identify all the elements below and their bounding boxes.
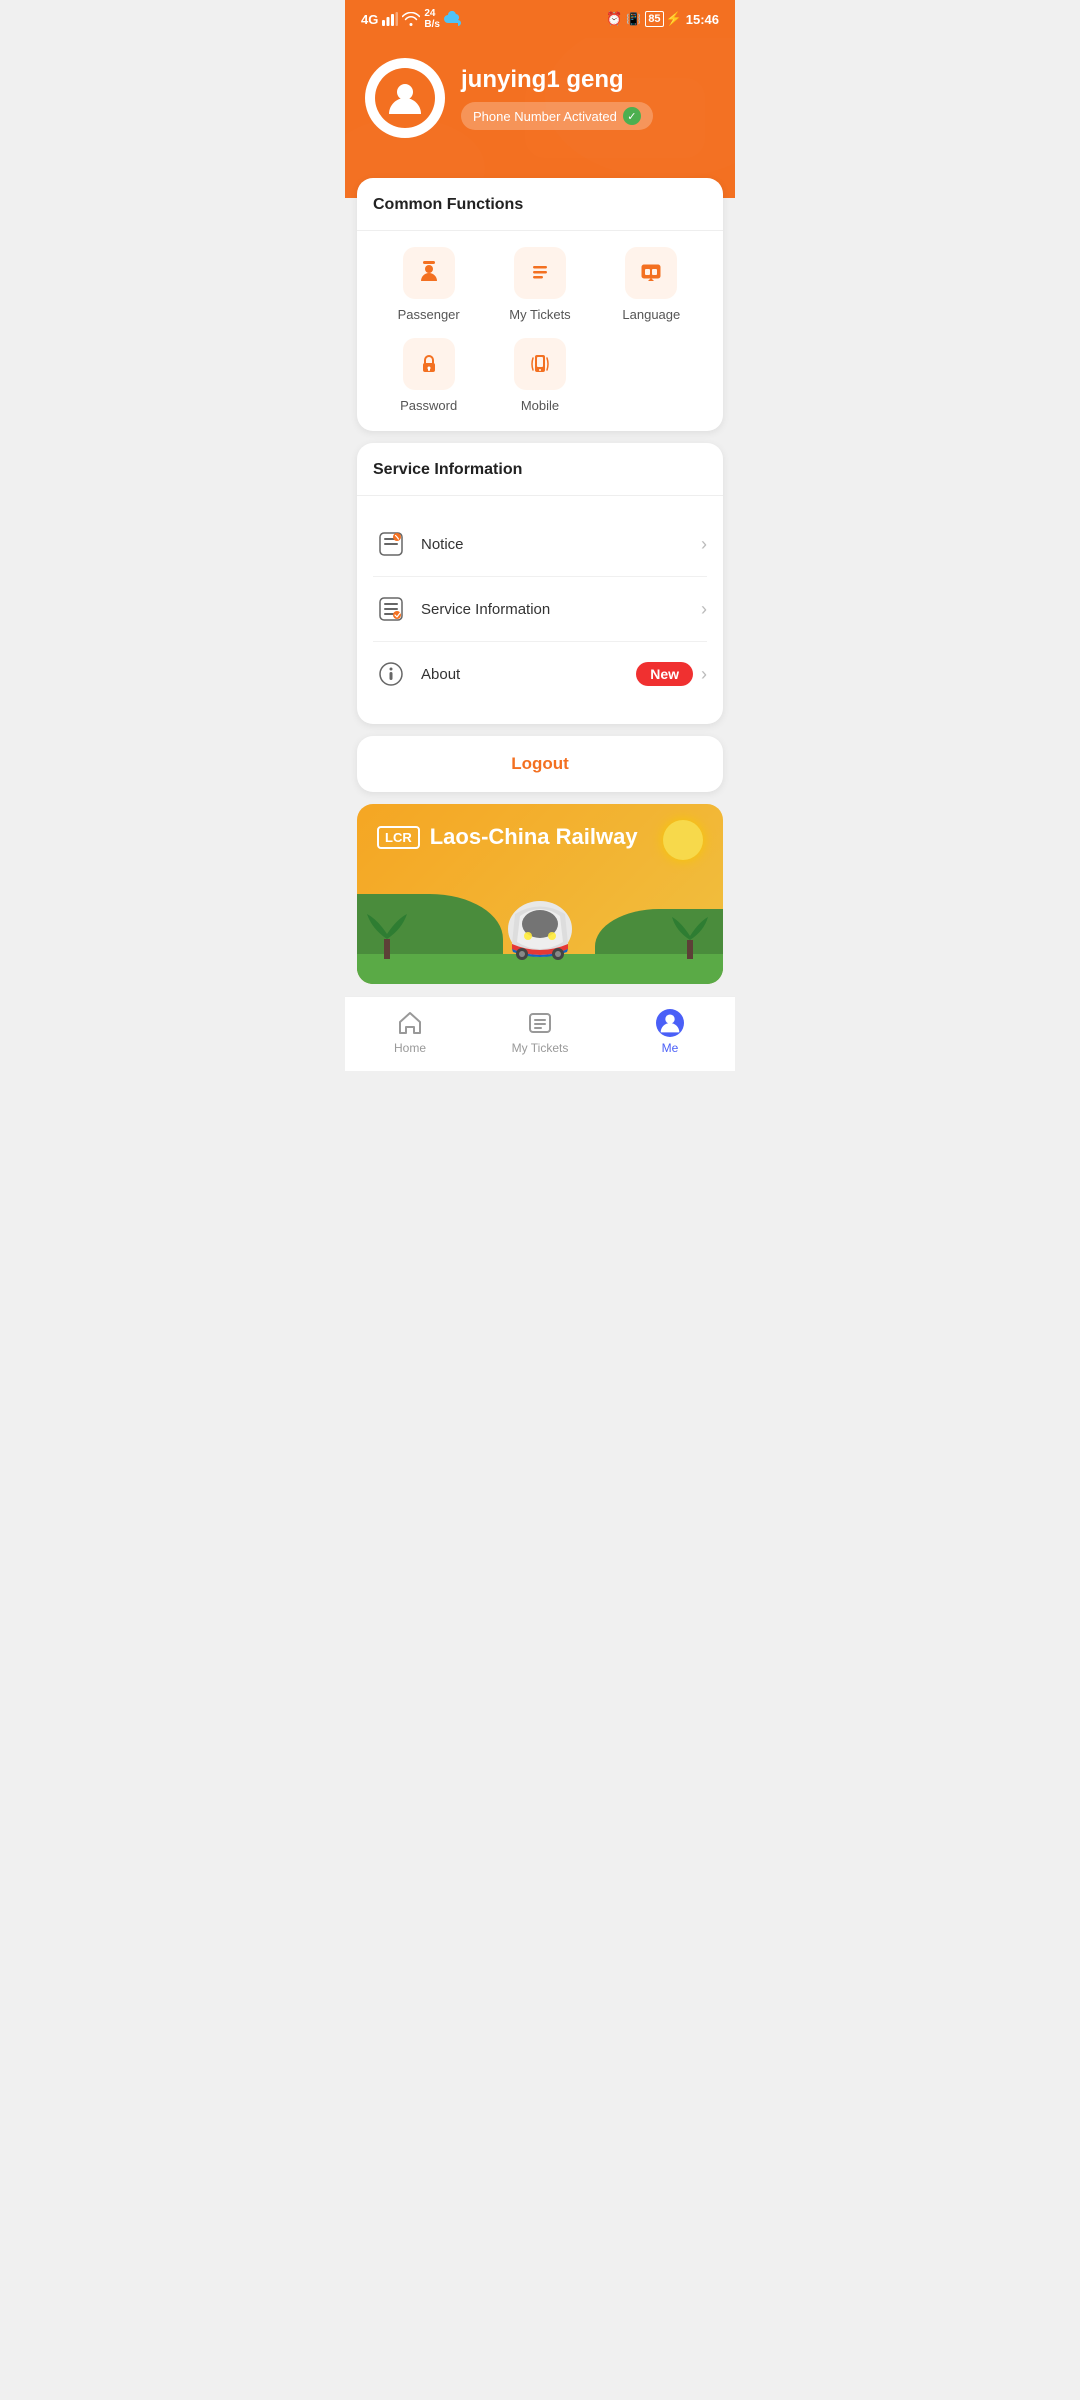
phone-badge-text: Phone Number Activated — [473, 109, 617, 124]
phone-badge: Phone Number Activated ✓ — [461, 102, 653, 130]
mobile-icon — [526, 350, 554, 378]
service-information-card: Service Information Notice › — [357, 443, 723, 724]
password-icon-bg — [403, 338, 455, 390]
mobile-label: Mobile — [521, 398, 559, 413]
banner-title: Laos-China Railway — [430, 824, 638, 850]
passenger-icon — [415, 259, 443, 287]
service-information-title: Service Information — [373, 461, 707, 479]
check-icon: ✓ — [623, 107, 641, 125]
service-info-icon — [373, 591, 409, 627]
logout-card[interactable]: Logout — [357, 736, 723, 792]
my-tickets-nav-icon — [526, 1009, 554, 1037]
battery-indicator: 85 ⚡ — [645, 11, 681, 27]
mobile-icon-bg — [514, 338, 566, 390]
cloud-icon — [444, 11, 462, 27]
new-badge: New — [636, 662, 693, 686]
avatar — [365, 58, 445, 138]
banner-content: LCR Laos-China Railway — [357, 804, 723, 876]
signal-icon — [382, 12, 398, 26]
palm-tree-right — [672, 904, 708, 959]
language-icon — [637, 259, 665, 287]
service-notice-item[interactable]: Notice › — [373, 512, 707, 577]
passenger-label: Passenger — [398, 307, 460, 322]
me-nav-icon — [656, 1009, 684, 1037]
banner-logo-row: LCR Laos-China Railway — [377, 824, 703, 850]
nav-my-tickets[interactable]: My Tickets — [475, 1005, 605, 1059]
language-label: Language — [622, 307, 680, 322]
header: junying1 geng Phone Number Activated ✓ — [345, 38, 735, 198]
avatar-inner — [375, 68, 435, 128]
lcr-logo: LCR — [377, 826, 420, 849]
status-left: 4G 24B/s — [361, 8, 462, 30]
function-my-tickets[interactable]: My Tickets — [484, 247, 595, 322]
status-bar: 4G 24B/s ⏰ 📳 85 ⚡ 15:46 — [345, 0, 735, 38]
my-tickets-icon — [526, 259, 554, 287]
me-nav-label: Me — [662, 1041, 679, 1055]
about-text: About — [421, 666, 636, 683]
nav-me[interactable]: Me — [605, 1005, 735, 1059]
logout-text: Logout — [511, 754, 569, 773]
password-icon — [415, 350, 443, 378]
service-info-text: Service Information — [421, 601, 701, 618]
passenger-icon-bg — [403, 247, 455, 299]
my-tickets-label: My Tickets — [509, 307, 570, 322]
profile-row: junying1 geng Phone Number Activated ✓ — [365, 58, 715, 138]
common-functions-title: Common Functions — [373, 196, 707, 214]
service-about-item[interactable]: About New › — [373, 642, 707, 706]
vibrate-icon: 📳 — [626, 12, 641, 26]
function-mobile[interactable]: Mobile — [484, 338, 595, 413]
about-svg — [377, 660, 405, 688]
language-icon-bg — [625, 247, 677, 299]
avatar-icon — [386, 79, 424, 117]
home-nav-icon — [396, 1009, 424, 1037]
profile-info: junying1 geng Phone Number Activated ✓ — [461, 66, 653, 130]
notice-icon — [373, 526, 409, 562]
data-speed: 24B/s — [424, 8, 440, 30]
service-info-svg — [377, 595, 405, 623]
home-nav-label: Home — [394, 1041, 426, 1055]
notice-svg — [377, 530, 405, 558]
home-icon — [397, 1010, 423, 1036]
alarm-icon: ⏰ — [606, 11, 622, 27]
divider — [357, 230, 723, 231]
service-list: Notice › Service Information › — [373, 512, 707, 706]
nav-home[interactable]: Home — [345, 1005, 475, 1059]
me-icon — [656, 1005, 684, 1041]
common-functions-card: Common Functions Passenger — [357, 178, 723, 431]
function-passenger[interactable]: Passenger — [373, 247, 484, 322]
profile-name: junying1 geng — [461, 66, 653, 94]
password-label: Password — [400, 398, 457, 413]
palm-tree-left — [367, 899, 407, 959]
about-icon — [373, 656, 409, 692]
my-tickets-nav-label: My Tickets — [512, 1041, 569, 1055]
network-indicator: 4G — [361, 12, 378, 27]
service-info-chevron: › — [701, 599, 707, 620]
notice-text: Notice — [421, 536, 701, 553]
banner-train — [500, 894, 580, 964]
function-password[interactable]: Password — [373, 338, 484, 413]
wifi-icon — [402, 12, 420, 26]
service-divider — [357, 495, 723, 496]
train-svg — [500, 894, 580, 964]
function-language[interactable]: Language — [596, 247, 707, 322]
tickets-icon — [527, 1010, 553, 1036]
status-right: ⏰ 📳 85 ⚡ 15:46 — [606, 11, 719, 27]
functions-row2: Password Mobile — [373, 338, 707, 413]
service-info-item[interactable]: Service Information › — [373, 577, 707, 642]
lcr-banner[interactable]: LCR Laos-China Railway — [357, 804, 723, 984]
time-display: 15:46 — [686, 12, 719, 27]
bottom-nav: Home My Tickets Me — [345, 996, 735, 1071]
notice-chevron: › — [701, 534, 707, 555]
about-chevron: › — [701, 664, 707, 685]
my-tickets-icon-bg — [514, 247, 566, 299]
banner-scene — [357, 874, 723, 984]
functions-grid: Passenger My Tickets — [373, 247, 707, 322]
